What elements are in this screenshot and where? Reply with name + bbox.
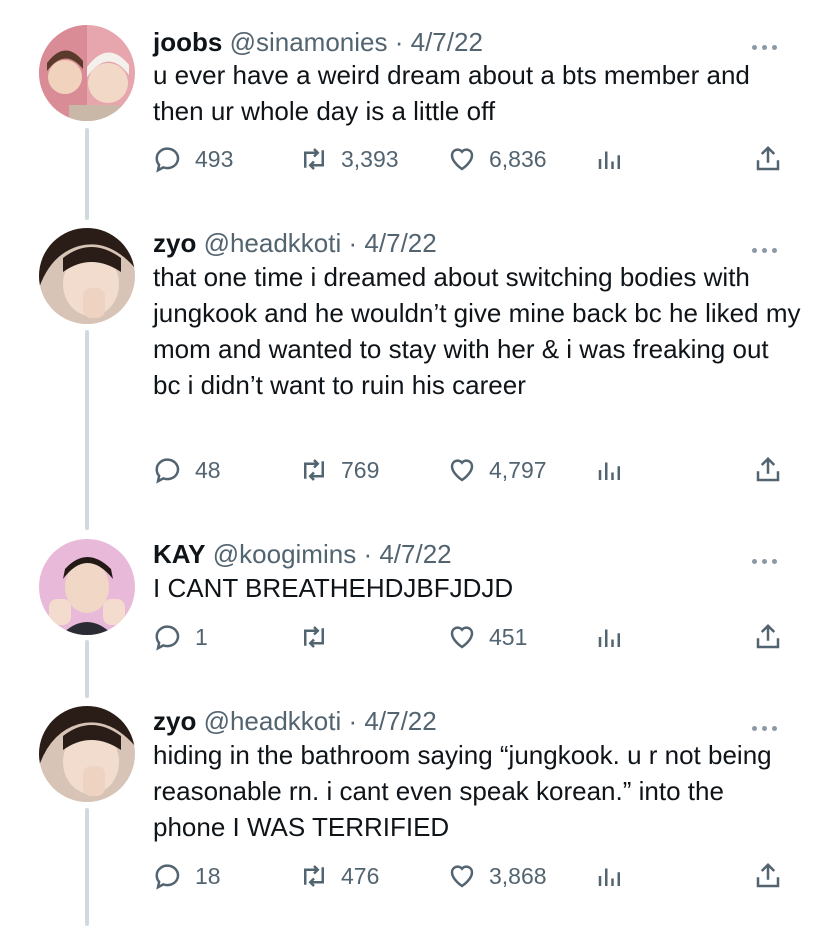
reply-icon xyxy=(155,458,180,484)
reply-button[interactable]: 18 xyxy=(153,856,221,896)
display-name[interactable]: KAY xyxy=(153,539,206,569)
avatar[interactable] xyxy=(39,706,135,802)
retweet-icon xyxy=(304,865,324,887)
display-name[interactable]: joobs xyxy=(153,27,222,57)
retweet-button[interactable]: 769 xyxy=(299,450,379,490)
separator: · xyxy=(348,228,358,258)
analytics-icon xyxy=(598,868,620,886)
reply-count: 18 xyxy=(195,862,221,889)
avatar-image xyxy=(39,706,135,802)
reply-button[interactable]: 48 xyxy=(153,450,221,490)
thread-line xyxy=(85,128,89,220)
avatar-image xyxy=(39,25,135,121)
analytics-icon xyxy=(598,151,620,169)
timestamp[interactable]: 4/7/22 xyxy=(364,706,436,736)
retweet-count: 476 xyxy=(341,862,380,889)
avatar[interactable] xyxy=(39,539,135,635)
thread-line xyxy=(85,640,89,698)
tweet-text: u ever have a weird dream about a bts me… xyxy=(153,60,750,126)
retweet-icon xyxy=(304,626,324,648)
share-button[interactable] xyxy=(753,450,783,490)
heart-icon xyxy=(450,865,474,888)
like-button[interactable]: 4,797 xyxy=(447,450,547,490)
handle[interactable]: @headkkoti xyxy=(204,228,342,258)
share-button[interactable] xyxy=(753,617,783,657)
retweet-icon xyxy=(304,459,324,481)
analytics-button[interactable] xyxy=(595,450,625,490)
analytics-button[interactable] xyxy=(595,617,625,657)
reply-icon xyxy=(155,864,180,890)
share-icon xyxy=(756,623,780,649)
tweet-header: joobs @sinamonies · 4/7/22 xyxy=(153,27,483,57)
retweet-icon xyxy=(304,148,324,170)
timestamp[interactable]: 4/7/22 xyxy=(364,228,436,258)
action-bar: 493 3,393 6,836 xyxy=(153,139,793,179)
share-button[interactable] xyxy=(753,856,783,896)
handle[interactable]: @koogimins xyxy=(213,539,356,569)
thread-line xyxy=(85,330,89,530)
like-count: 451 xyxy=(489,623,528,650)
tweet-text: hiding in the bathroom saying “jungkook.… xyxy=(153,740,772,842)
separator: · xyxy=(363,539,373,569)
retweet-button[interactable]: 3,393 xyxy=(299,139,399,179)
action-bar: 1 451 xyxy=(153,617,793,657)
reply-button[interactable]: 493 xyxy=(153,139,233,179)
avatar[interactable] xyxy=(39,228,135,324)
timestamp[interactable]: 4/7/22 xyxy=(411,27,483,57)
retweet-count: 3,393 xyxy=(341,145,399,172)
like-button[interactable]: 6,836 xyxy=(447,139,547,179)
share-button[interactable] xyxy=(753,139,783,179)
analytics-button[interactable] xyxy=(595,856,625,896)
timestamp[interactable]: 4/7/22 xyxy=(379,539,451,569)
handle[interactable]: @sinamonies xyxy=(230,27,388,57)
thread-line xyxy=(85,808,89,926)
display-name[interactable]: zyo xyxy=(153,228,196,258)
tweet-text: I CANT BREATHEHDJBFJDJD xyxy=(153,573,514,603)
analytics-icon xyxy=(598,629,620,647)
reply-button[interactable]: 1 xyxy=(153,617,208,657)
like-button[interactable]: 451 xyxy=(447,617,527,657)
retweet-button[interactable]: 476 xyxy=(299,856,379,896)
like-count: 6,836 xyxy=(489,145,547,172)
heart-icon xyxy=(450,459,474,482)
share-icon xyxy=(756,145,780,171)
avatar-image xyxy=(39,228,135,324)
more-icon[interactable] xyxy=(752,37,784,50)
analytics-icon xyxy=(598,462,620,480)
share-icon xyxy=(756,456,780,482)
heart-icon xyxy=(450,148,474,171)
analytics-button[interactable] xyxy=(595,139,625,179)
reply-count: 48 xyxy=(195,456,221,483)
more-icon[interactable] xyxy=(752,718,784,731)
avatar[interactable] xyxy=(39,25,135,121)
like-count: 3,868 xyxy=(489,862,547,889)
share-icon xyxy=(756,862,780,888)
like-button[interactable]: 3,868 xyxy=(447,856,547,896)
avatar-image xyxy=(39,539,135,635)
like-count: 4,797 xyxy=(489,456,547,483)
reply-count: 493 xyxy=(195,145,234,172)
tweet-text: that one time i dreamed about switching … xyxy=(153,262,801,400)
tweet-header: zyo @headkkoti · 4/7/22 xyxy=(153,706,437,736)
retweet-button[interactable] xyxy=(299,617,341,657)
reply-icon xyxy=(155,625,180,651)
separator: · xyxy=(394,27,404,57)
handle[interactable]: @headkkoti xyxy=(204,706,342,736)
display-name[interactable]: zyo xyxy=(153,706,196,736)
separator: · xyxy=(348,706,358,736)
reply-count: 1 xyxy=(195,623,208,650)
more-icon[interactable] xyxy=(752,551,784,564)
action-bar: 48 769 4,797 xyxy=(153,450,793,490)
reply-icon xyxy=(155,147,180,173)
heart-icon xyxy=(450,626,474,649)
action-bar: 18 476 3,868 xyxy=(153,856,793,896)
more-icon[interactable] xyxy=(752,240,784,253)
tweet-header: KAY @koogimins · 4/7/22 xyxy=(153,539,452,569)
retweet-count: 769 xyxy=(341,456,380,483)
tweet-header: zyo @headkkoti · 4/7/22 xyxy=(153,228,437,258)
